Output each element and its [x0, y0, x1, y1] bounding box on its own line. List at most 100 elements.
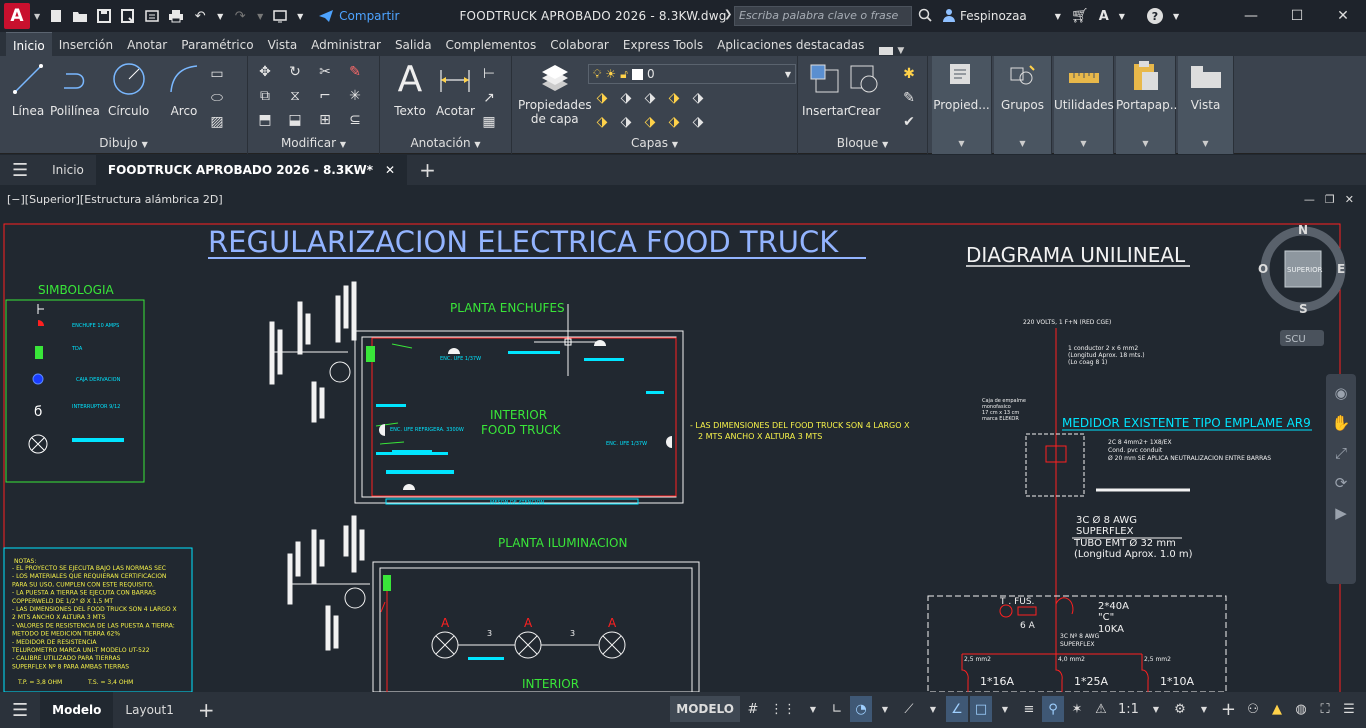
hatch-icon[interactable]: ▨: [204, 110, 230, 134]
modify-group-label[interactable]: Modificar ▼: [248, 134, 379, 152]
rotate-icon[interactable]: ↻: [280, 60, 310, 84]
search-icon[interactable]: [918, 8, 932, 25]
object-snap-tracking-icon[interactable]: ∠: [945, 696, 968, 722]
plus-icon[interactable]: +: [1217, 696, 1240, 722]
offset-icon[interactable]: ⊆: [340, 108, 370, 132]
layer-tool-icon[interactable]: ⬗: [590, 110, 614, 134]
chevron-down-icon[interactable]: ▼: [922, 696, 944, 722]
restore-viewport-icon[interactable]: ❐: [1325, 193, 1335, 206]
tab-administrar[interactable]: Administrar: [304, 32, 388, 56]
chevron-down-icon[interactable]: ▼: [1145, 696, 1167, 722]
app-logo-button[interactable]: A: [4, 3, 30, 29]
layers-group-label[interactable]: Capas ▼: [512, 134, 797, 152]
create-block-tool[interactable]: Crear: [846, 60, 882, 118]
dimension-tool[interactable]: Acotar: [436, 60, 475, 118]
layer-dropdown[interactable]: 💡︎ ☀ 🔓︎ 0 ▼: [588, 64, 796, 84]
erase-icon[interactable]: ✎: [340, 60, 370, 84]
hamburger-menu-icon[interactable]: ☰: [0, 155, 40, 185]
tab-inserci-n[interactable]: Inserción: [52, 32, 120, 56]
minimize-icon[interactable]: —: [1228, 0, 1274, 32]
autodesk-apps-icon[interactable]: A: [1099, 9, 1109, 24]
close-viewport-icon[interactable]: ✕: [1345, 193, 1354, 206]
annotation-visibility-icon[interactable]: ⚲: [1041, 696, 1064, 722]
fillet-icon[interactable]: ⌐: [310, 84, 340, 108]
customize-icon[interactable]: ☰: [1338, 696, 1360, 722]
layer-tool-icon[interactable]: ⬗: [686, 110, 710, 134]
chevron-down-icon[interactable]: ▼: [994, 696, 1016, 722]
undo-icon[interactable]: ↶: [192, 8, 208, 24]
user-icon[interactable]: [942, 8, 956, 25]
cart-icon[interactable]: 🛒︎: [1071, 8, 1089, 24]
scale-dropdown[interactable]: 1:1: [1114, 696, 1143, 722]
tab-colaborar[interactable]: Colaborar: [543, 32, 616, 56]
table-icon[interactable]: ▦: [476, 110, 502, 134]
showmotion-icon[interactable]: ▶: [1335, 504, 1347, 522]
chevron-down-icon[interactable]: ▼: [874, 696, 896, 722]
hamburger-menu-icon[interactable]: ☰: [0, 692, 40, 728]
trim-icon[interactable]: ✂: [310, 60, 340, 84]
tab-anotar[interactable]: Anotar: [120, 32, 174, 56]
fullscreen-icon[interactable]: ⛶: [1314, 696, 1336, 722]
steering-wheel-icon[interactable]: ◉: [1334, 384, 1347, 402]
viewcube[interactable]: SUPERIOR N S E O SCU: [1258, 223, 1346, 346]
annotation-autoscale-icon[interactable]: ⚠: [1090, 696, 1112, 722]
scale-icon[interactable]: ⬓: [280, 108, 310, 132]
text-tool[interactable]: A Texto: [392, 59, 428, 119]
cloud-save-icon[interactable]: [144, 8, 160, 24]
move-icon[interactable]: ✥: [250, 60, 280, 84]
insert-block-tool[interactable]: Insertar: [802, 60, 849, 118]
clipboard-panel[interactable]: Portapap... ▼: [1116, 56, 1181, 154]
chevron-down-icon[interactable]: ▼: [1119, 12, 1125, 21]
share-button[interactable]: Compartir: [318, 9, 399, 23]
arc-tool[interactable]: Arco: [166, 60, 202, 118]
layer-tool-icon[interactable]: ⬗: [614, 86, 638, 110]
chevron-right-icon[interactable]: ❯: [724, 9, 732, 20]
layer-tool-icon[interactable]: ⬗: [638, 110, 662, 134]
block-group-label[interactable]: Bloque ▼: [798, 134, 927, 152]
chevron-down-icon[interactable]: ▼: [34, 12, 40, 21]
edit-block-icon[interactable]: ✱: [896, 62, 922, 86]
explode-icon[interactable]: ✳: [340, 84, 370, 108]
print-icon[interactable]: [168, 8, 184, 24]
search-input[interactable]: Escriba palabra clave o frase: [734, 6, 912, 26]
lineweight-icon[interactable]: ≡: [1018, 696, 1040, 722]
units-icon[interactable]: ⚇: [1242, 696, 1264, 722]
draw-group-label[interactable]: Dibujo ▼: [0, 134, 247, 152]
chevron-down-icon[interactable]: ▼: [1173, 12, 1179, 21]
line-tool[interactable]: Línea: [10, 60, 46, 118]
stretch-icon[interactable]: ⬒: [250, 108, 280, 132]
open-folder-icon[interactable]: [72, 8, 88, 24]
tab-layout1[interactable]: Layout1: [113, 692, 185, 728]
tab-complementos[interactable]: Complementos: [439, 32, 544, 56]
layer-tool-icon[interactable]: ⬗: [662, 110, 686, 134]
pan-icon[interactable]: ✋: [1332, 414, 1351, 432]
workspace-icon[interactable]: [272, 8, 288, 24]
copy-icon[interactable]: ⧉: [250, 84, 280, 108]
maximize-icon[interactable]: ☐: [1274, 0, 1320, 32]
ribbon-minimize-button[interactable]: ▼: [879, 46, 904, 56]
tab-express-tools[interactable]: Express Tools: [616, 32, 710, 56]
polyline-tool[interactable]: Polilínea: [50, 60, 100, 118]
object-snap-icon[interactable]: □: [969, 696, 992, 722]
chevron-down-icon[interactable]: ▼: [256, 8, 264, 24]
grid-icon[interactable]: #: [742, 696, 764, 722]
tab-active-drawing[interactable]: FOODTRUCK APROBADO 2026 - 8.3KW* ✕: [95, 155, 408, 185]
close-icon[interactable]: ✕: [1320, 0, 1366, 32]
layer-properties-tool[interactable]: Propiedades de capa: [518, 60, 592, 126]
tab-home[interactable]: Inicio: [40, 155, 96, 185]
layer-tool-icon[interactable]: ⬗: [614, 110, 638, 134]
add-layout-icon[interactable]: +: [186, 692, 227, 728]
tab-salida[interactable]: Salida: [388, 32, 439, 56]
close-icon[interactable]: ✕: [385, 163, 395, 177]
tab-inicio[interactable]: Inicio: [6, 32, 52, 56]
tab-vista[interactable]: Vista: [261, 32, 305, 56]
leader-icon[interactable]: ↗: [476, 86, 502, 110]
isodraft-icon[interactable]: ⟋: [898, 696, 920, 722]
user-name[interactable]: Fespinozaa: [960, 9, 1027, 23]
array-icon[interactable]: ⊞: [310, 108, 340, 132]
tab-param-trico[interactable]: Paramétrico: [174, 32, 260, 56]
layer-tool-icon[interactable]: ⬗: [662, 86, 686, 110]
polar-icon[interactable]: ◔: [849, 696, 872, 722]
circle-tool[interactable]: Círculo: [108, 60, 149, 118]
save-icon[interactable]: [96, 8, 112, 24]
